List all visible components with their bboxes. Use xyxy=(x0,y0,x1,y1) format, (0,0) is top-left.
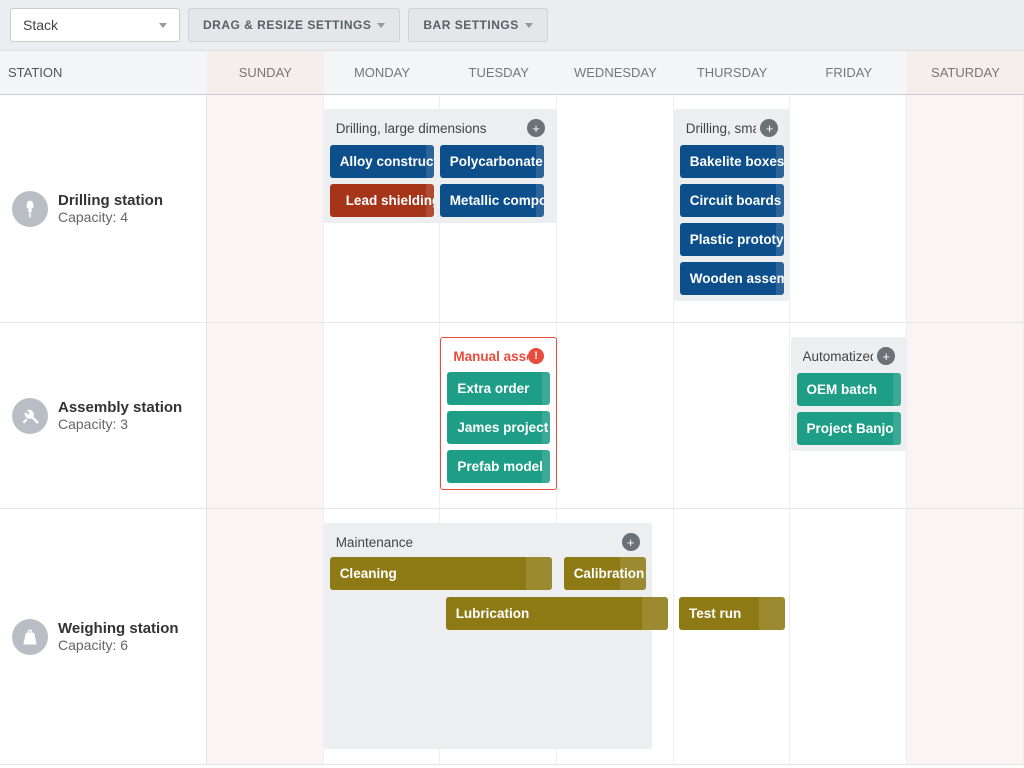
days-area-weighing: Maintenance + Cleaning Calibration Lubri… xyxy=(207,509,1024,764)
task-alloy-construction[interactable]: Alloy construction xyxy=(330,145,434,178)
group-title: Drilling, small dimensions xyxy=(686,121,757,136)
bar-settings-button[interactable]: BAR SETTINGS xyxy=(408,8,547,42)
station-capacity: Capacity: 4 xyxy=(58,209,163,225)
task-lubrication[interactable]: Lubrication xyxy=(446,597,668,630)
row-drilling: Drilling station Capacity: 4 Drilling, l… xyxy=(0,95,1024,323)
tools-icon xyxy=(12,398,48,434)
bar-settings-label: BAR SETTINGS xyxy=(423,18,518,32)
task-plastic-prototypes[interactable]: Plastic prototypes xyxy=(680,223,785,256)
station-name: Drilling station xyxy=(58,192,163,209)
task-james-project[interactable]: James project xyxy=(447,411,550,444)
task-extra-order[interactable]: Extra order xyxy=(447,372,550,405)
row-assembly: Assembly station Capacity: 3 Manual asse… xyxy=(0,323,1024,509)
weight-icon xyxy=(12,619,48,655)
add-button[interactable]: + xyxy=(760,119,778,137)
task-metallic-compound[interactable]: Metallic compound xyxy=(440,184,544,217)
day-header-sunday: SUNDAY xyxy=(207,51,324,94)
station-name: Weighing station xyxy=(58,620,179,637)
caret-down-icon xyxy=(377,23,385,28)
drag-resize-label: DRAG & RESIZE SETTINGS xyxy=(203,18,371,32)
task-wooden-assembly[interactable]: Wooden assembly xyxy=(680,262,785,295)
group-drilling-large[interactable]: Drilling, large dimensions + Alloy const… xyxy=(324,109,557,223)
day-header-tuesday: TUESDAY xyxy=(440,51,557,94)
day-header-friday: FRIDAY xyxy=(790,51,907,94)
drag-resize-settings-button[interactable]: DRAG & RESIZE SETTINGS xyxy=(188,8,400,42)
task-circuit-boards[interactable]: Circuit boards xyxy=(680,184,785,217)
alert-icon: ! xyxy=(528,348,544,364)
station-capacity: Capacity: 6 xyxy=(58,637,179,653)
group-title: Automatized assembly xyxy=(803,349,874,364)
task-bakelite-boxes[interactable]: Bakelite boxes xyxy=(680,145,785,178)
days-area-assembly: Manual assembly ! Extra order James proj… xyxy=(207,323,1024,508)
toolbar: Stack DRAG & RESIZE SETTINGS BAR SETTING… xyxy=(0,0,1024,51)
task-project-banjo[interactable]: Project Banjo xyxy=(797,412,902,445)
task-polycarbonate[interactable]: Polycarbonate housing xyxy=(440,145,544,178)
group-maintenance[interactable]: Maintenance + Cleaning Calibration Lubri… xyxy=(324,523,652,749)
task-cleaning[interactable]: Cleaning xyxy=(330,557,552,590)
day-header-saturday: SATURDAY xyxy=(907,51,1024,94)
task-oem-batch[interactable]: OEM batch xyxy=(797,373,902,406)
day-header-wednesday: WEDNESDAY xyxy=(557,51,674,94)
group-title: Maintenance xyxy=(336,535,413,550)
day-header-monday: MONDAY xyxy=(324,51,441,94)
stack-select-value: Stack xyxy=(23,17,58,33)
station-header: STATION xyxy=(0,51,207,94)
add-button[interactable]: + xyxy=(877,347,895,365)
caret-down-icon xyxy=(525,23,533,28)
group-manual-assembly[interactable]: Manual assembly ! Extra order James proj… xyxy=(440,337,557,490)
drill-icon xyxy=(12,191,48,227)
task-prefab-model[interactable]: Prefab model xyxy=(447,450,550,483)
task-lead-shielding[interactable]: Lead shielding xyxy=(330,184,434,217)
group-drilling-small[interactable]: Drilling, small dimensions + Bakelite bo… xyxy=(674,109,791,301)
station-cell-weighing: Weighing station Capacity: 6 xyxy=(0,509,207,764)
task-calibration[interactable]: Calibration xyxy=(564,557,646,590)
station-cell-assembly: Assembly station Capacity: 3 xyxy=(0,323,207,508)
caret-down-icon xyxy=(159,23,167,28)
calendar-header: STATION SUNDAY MONDAY TUESDAY WEDNESDAY … xyxy=(0,51,1024,95)
station-cell-drilling: Drilling station Capacity: 4 xyxy=(0,95,207,322)
group-title: Drilling, large dimensions xyxy=(336,121,487,136)
add-button[interactable]: + xyxy=(527,119,545,137)
day-header-thursday: THURSDAY xyxy=(674,51,791,94)
stack-select[interactable]: Stack xyxy=(10,8,180,42)
station-name: Assembly station xyxy=(58,399,182,416)
days-area-drilling: Drilling, large dimensions + Alloy const… xyxy=(207,95,1024,322)
row-weighing: Weighing station Capacity: 6 Maintenance… xyxy=(0,509,1024,765)
add-button[interactable]: + xyxy=(622,533,640,551)
group-automatized-assembly[interactable]: Automatized assembly + OEM batch Project… xyxy=(791,337,908,451)
group-title: Manual assembly xyxy=(453,349,528,364)
task-test-run[interactable]: Test run xyxy=(679,597,785,630)
station-capacity: Capacity: 3 xyxy=(58,416,182,432)
